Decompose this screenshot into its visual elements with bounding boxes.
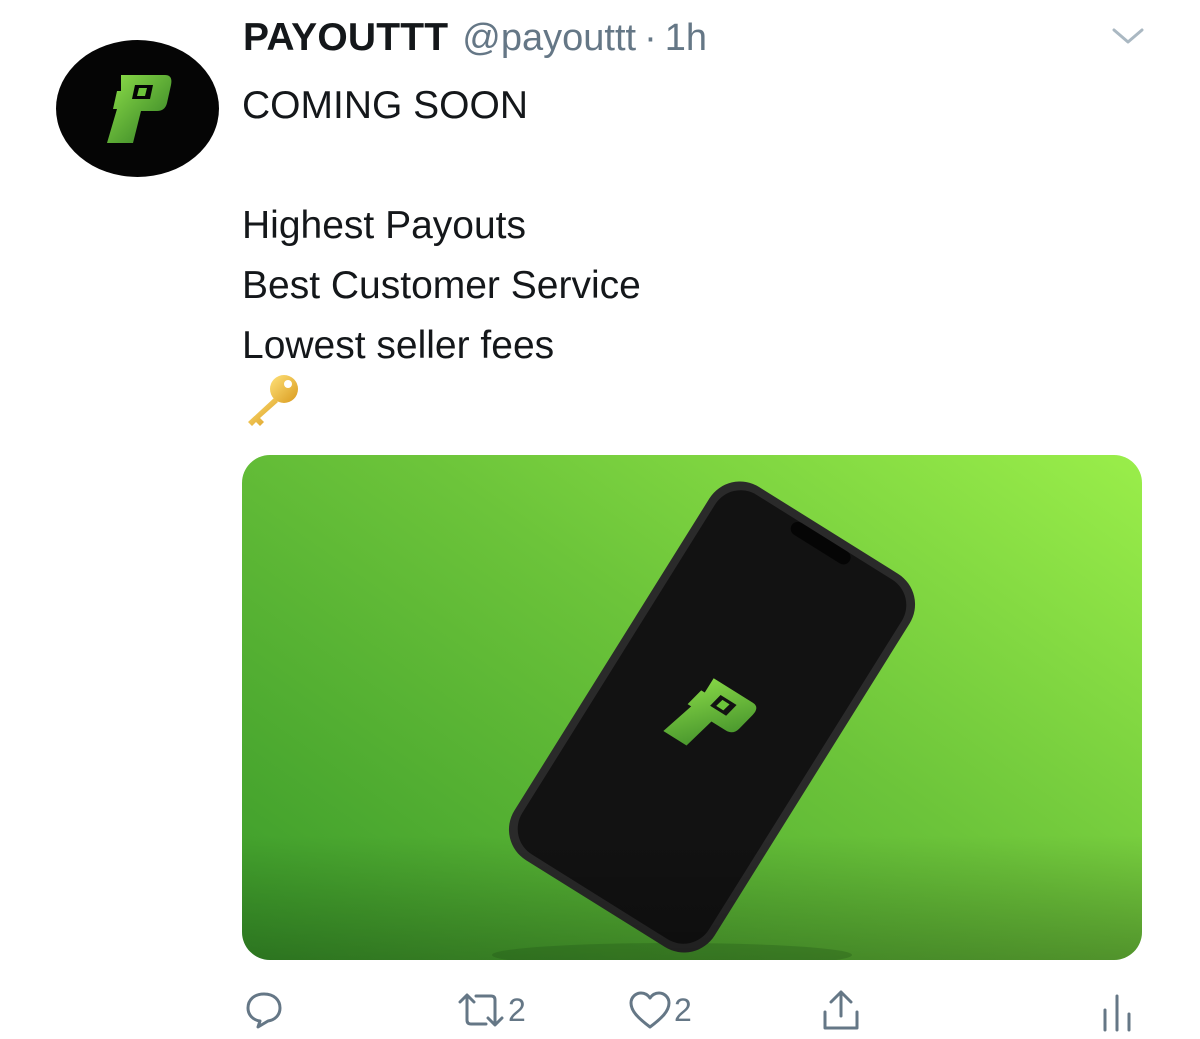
phone-mockup-image (242, 481, 1142, 960)
avatar[interactable] (56, 40, 219, 177)
like-count: 2 (674, 991, 692, 1028)
tweet-action-bar: 2 2 (0, 985, 1200, 1035)
tweet-text: COMING SOON Highest Payouts Best Custome… (242, 76, 1122, 376)
analytics-icon (1103, 994, 1131, 1032)
tweet-media-image[interactable] (242, 455, 1142, 960)
share-icon (823, 990, 859, 1030)
tweet-text-line: COMING SOON (242, 84, 529, 127)
separator-dot: · (644, 17, 657, 59)
author-name[interactable]: PAYOUTTT (243, 16, 448, 60)
payouttt-logo-icon (106, 74, 171, 143)
tweet-text-line: Highest Payouts (242, 204, 526, 247)
author-handle[interactable]: @payouttt (462, 17, 636, 60)
retweet-icon (458, 993, 504, 1027)
tweet-header: PAYOUTTT @payouttt · 1h (243, 16, 707, 66)
tweet-text-line: Best Customer Service (242, 264, 641, 307)
retweet-count: 2 (508, 991, 526, 1028)
analytics-button[interactable] (1100, 985, 1134, 1035)
reply-button[interactable] (244, 985, 286, 1035)
tweet-text-line: Lowest seller fees (242, 324, 555, 367)
chevron-down-icon[interactable] (1110, 22, 1146, 50)
retweet-button[interactable]: 2 (456, 985, 526, 1035)
share-button[interactable] (820, 985, 862, 1035)
timestamp[interactable]: 1h (665, 17, 707, 60)
reply-icon (246, 992, 282, 1029)
like-button[interactable]: 2 (628, 985, 692, 1035)
heart-icon (629, 991, 671, 1029)
key-emoji-icon (248, 375, 298, 426)
